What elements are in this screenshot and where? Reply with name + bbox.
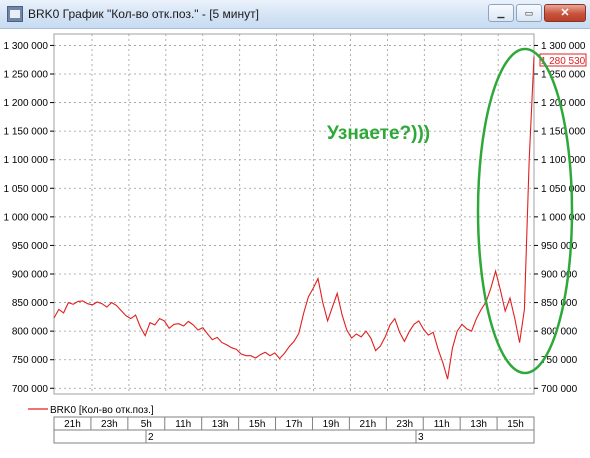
app-icon bbox=[7, 6, 23, 22]
y-tick-label-right: 1 000 000 bbox=[541, 212, 586, 223]
title-bar[interactable]: BRK0 График "Кол-во отк.поз." - [5 минут… bbox=[0, 0, 590, 29]
x-tick-label: 13h bbox=[470, 419, 487, 430]
y-tick-label-left: 1 200 000 bbox=[4, 98, 49, 109]
legend-label: BRK0 [Кол-во отк.поз.] bbox=[50, 405, 154, 416]
y-tick-label-left: 700 000 bbox=[12, 384, 49, 395]
x-tick-label: 23h bbox=[396, 419, 413, 430]
y-tick-label-right: 900 000 bbox=[541, 270, 578, 281]
y-tick-label-right: 700 000 bbox=[541, 384, 578, 395]
y-tick-label-right: 850 000 bbox=[541, 298, 578, 309]
y-axis-left: 700 000 750 000 800 000 850 000 900 000 950 0… bbox=[4, 41, 54, 395]
y-tick-label-left: 800 000 bbox=[12, 327, 49, 338]
window-controls: ▁ ▭ ✕ bbox=[486, 4, 586, 22]
x-tick-label: 11h bbox=[175, 419, 191, 430]
y-tick-label-left: 750 000 bbox=[12, 355, 49, 366]
annotation-text: Узнаете?))) bbox=[327, 123, 430, 144]
x-tick-label: 5h bbox=[141, 419, 152, 430]
restore-button[interactable]: ▭ bbox=[516, 4, 542, 22]
x-tick-label: 13h bbox=[212, 419, 229, 430]
x-tick-label: 15h bbox=[507, 419, 524, 430]
window-title: BRK0 График "Кол-во отк.поз." - [5 минут… bbox=[28, 7, 259, 21]
y-tick-label-right: 1 300 000 bbox=[541, 41, 586, 52]
plot-background bbox=[53, 33, 535, 395]
y-tick-label-left: 900 000 bbox=[12, 270, 49, 281]
x-tick-label: 21h bbox=[360, 419, 377, 430]
day-label: 2 bbox=[148, 432, 154, 443]
y-tick-label-left: 1 000 000 bbox=[4, 212, 49, 223]
x-tick-label: 19h bbox=[323, 419, 340, 430]
minimize-button[interactable]: ▁ bbox=[488, 4, 514, 22]
x-tick-label: 11h bbox=[434, 419, 450, 430]
x-tick-label: 17h bbox=[286, 419, 303, 430]
y-tick-label-right: 1 050 000 bbox=[541, 184, 586, 195]
chart-canvas[interactable]: 700 000 750 000 800 000 850 000 900 000 950 0… bbox=[0, 28, 590, 458]
y-tick-label-right: 1 100 000 bbox=[541, 155, 586, 166]
x-tick-label: 21h bbox=[64, 419, 81, 430]
y-tick-label-left: 950 000 bbox=[12, 241, 49, 252]
y-tick-label-left: 1 050 000 bbox=[4, 184, 49, 195]
day-label: 3 bbox=[418, 432, 424, 443]
current-value-label: 1 280 530 bbox=[541, 56, 586, 67]
x-tick-label: 23h bbox=[101, 419, 118, 430]
y-tick-label-left: 1 300 000 bbox=[4, 41, 49, 52]
x-tick-label: 15h bbox=[249, 419, 266, 430]
close-button[interactable]: ✕ bbox=[544, 4, 586, 22]
y-tick-label-left: 1 100 000 bbox=[4, 155, 49, 166]
y-tick-label-right: 800 000 bbox=[541, 327, 578, 338]
y-tick-label-right: 1 200 000 bbox=[541, 98, 586, 109]
y-axis-right: 700 000750 000800 000850 000900 000950 0… bbox=[534, 41, 586, 395]
y-tick-label-right: 1 150 000 bbox=[541, 127, 586, 138]
y-tick-label-left: 1 150 000 bbox=[4, 127, 49, 138]
y-tick-label-left: 1 250 000 bbox=[4, 70, 49, 81]
y-tick-label-left: 850 000 bbox=[12, 298, 49, 309]
